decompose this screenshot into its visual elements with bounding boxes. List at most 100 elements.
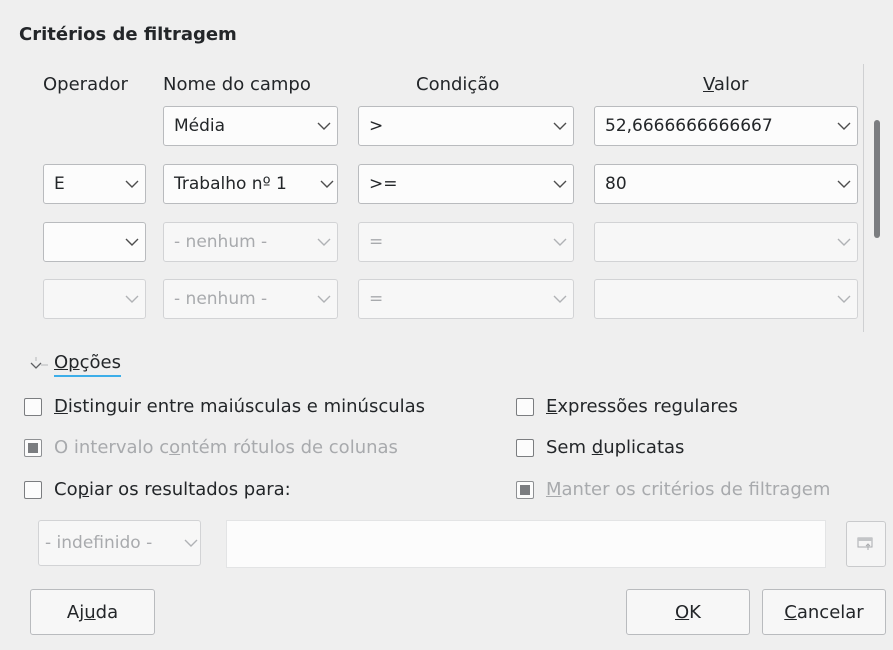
chevron-down-icon [547,280,573,318]
chevron-down-icon [831,165,857,203]
value-combo-1-value: 52,6666666666667 [605,116,773,136]
options-label: Opções [54,352,121,377]
shrink-button[interactable] [846,521,886,567]
condition-select-4-value: = [369,289,384,309]
copy-results-label: Copiar os resultados para: [54,479,291,500]
shrink-icon [857,537,873,550]
keep-criteria-accel: M [546,479,562,500]
copy-results-rest: iar os resultados para: [89,479,291,500]
condition-select-1-value: > [369,116,384,136]
chevron-down-icon [831,107,857,145]
condition-header: Condição [416,74,500,95]
case-sensitive-option[interactable]: Distinguir entre maiúsculas e minúsculas [24,396,425,417]
copy-results-option[interactable]: Copiar os resultados para: [24,479,291,500]
case-sensitive-rest: istinguir entre maiúsculas e minúsculas [67,396,426,417]
case-sensitive-label: Distinguir entre maiúsculas e minúsculas [54,396,425,417]
contains-headers-pre: O intervalo c [54,437,170,458]
help-button[interactable]: Aj u da [30,589,155,635]
value-header-rest: alor [713,74,749,95]
value-combo-3[interactable] [594,222,858,262]
chevron-down-icon [311,107,337,145]
no-duplicates-accel: d [591,437,604,458]
operator-select-2-value: E [54,174,65,194]
chevron-down-icon [311,223,337,261]
condition-select-4[interactable]: = [358,279,574,319]
chevron-down-icon [182,521,200,565]
keep-criteria-rest: anter os critérios de filtragem [561,479,831,500]
copy-results-accel: p [77,479,90,500]
filter-criteria-title: Critérios de filtragem [19,24,237,45]
regex-accel: E [546,396,558,417]
options-expander[interactable]: Opções [28,352,121,377]
keep-criteria-checkbox[interactable] [516,480,534,499]
copy-target-select[interactable]: - indefinido - [38,520,201,566]
ok-button-rest: K [689,601,701,623]
no-duplicates-pre: Sem [546,437,592,458]
field-select-2-value: Trabalho nº 1 [174,174,287,194]
ok-button-accel: O [675,601,690,623]
condition-select-1[interactable]: > [358,106,574,146]
options-label-accel: Op [54,352,80,373]
value-combo-2-value: 80 [605,174,627,194]
field-select-4-value: - nenhum - [174,289,268,309]
keep-criteria-option[interactable]: Manter os critérios de filtragem [516,479,830,500]
regex-option[interactable]: Expressões regulares [516,396,738,417]
ok-button[interactable]: OK [626,589,750,635]
chevron-down-icon [831,280,857,318]
copy-results-pre: Co [54,479,78,500]
help-button-rest: da [95,601,119,623]
chevron-down-icon [547,165,573,203]
chevron-down-icon [547,107,573,145]
no-duplicates-option[interactable]: Sem duplicatas [516,437,684,458]
cancel-button[interactable]: Cancelar [762,589,886,635]
scrollbar-thumb[interactable] [874,120,880,238]
condition-select-3[interactable]: = [358,222,574,262]
copy-target-input[interactable] [226,520,826,568]
contains-headers-checkbox[interactable] [24,438,42,457]
value-combo-1[interactable]: 52,6666666666667 [594,106,858,146]
cancel-button-accel: C [784,601,797,623]
cancel-button-rest: ancelar [796,601,864,623]
no-duplicates-label: Sem duplicatas [546,437,684,458]
chevron-down-icon [119,280,145,318]
chevron-down-icon [119,223,145,261]
field-select-4[interactable]: - nenhum - [163,279,338,319]
regex-rest: xpressões regulares [557,396,738,417]
operator-select-3[interactable] [43,222,146,262]
field-select-3-value: - nenhum - [174,232,268,252]
chevron-down-icon [119,165,145,203]
regex-label: Expressões regulares [546,396,738,417]
copy-results-checkbox[interactable] [24,480,42,499]
chevron-down-icon [831,223,857,261]
contains-headers-rest: ntém rótulos de colunas [180,437,398,458]
condition-select-2[interactable]: >= [358,164,574,204]
value-combo-4[interactable] [594,279,858,319]
operator-select-4[interactable] [43,279,146,319]
value-combo-2[interactable]: 80 [594,164,858,204]
value-header: Valor [703,74,748,95]
regex-checkbox[interactable] [516,397,534,416]
keep-criteria-label: Manter os critérios de filtragem [546,479,830,500]
operator-select-2[interactable]: E [43,164,146,204]
case-sensitive-checkbox[interactable] [24,397,42,416]
chevron-down-icon [317,165,337,203]
copy-target-value: - indefinido - [45,533,153,553]
operator-header: Operador [43,74,128,95]
field-select-2[interactable]: Trabalho nº 1 [163,164,338,204]
field-select-3[interactable]: - nenhum - [163,222,338,262]
field-select-1[interactable]: Média [163,106,338,146]
criteria-scrollbar[interactable] [874,62,882,332]
contains-headers-option[interactable]: O intervalo contém rótulos de colunas [24,437,398,458]
help-button-pre: Aj [66,601,85,623]
field-select-1-value: Média [174,116,226,136]
case-sensitive-accel: D [54,396,68,417]
condition-select-2-value: >= [369,174,398,194]
grid-divider [863,64,864,332]
standard-filter-dialog: Critérios de filtragem Operador Nome do … [6,6,893,650]
no-duplicates-checkbox[interactable] [516,438,534,457]
field-name-header: Nome do campo [163,74,311,95]
options-label-rest: ções [79,352,121,373]
help-button-accel: u [84,601,96,623]
condition-select-3-value: = [369,232,384,252]
contains-headers-label: O intervalo contém rótulos de colunas [54,437,398,458]
